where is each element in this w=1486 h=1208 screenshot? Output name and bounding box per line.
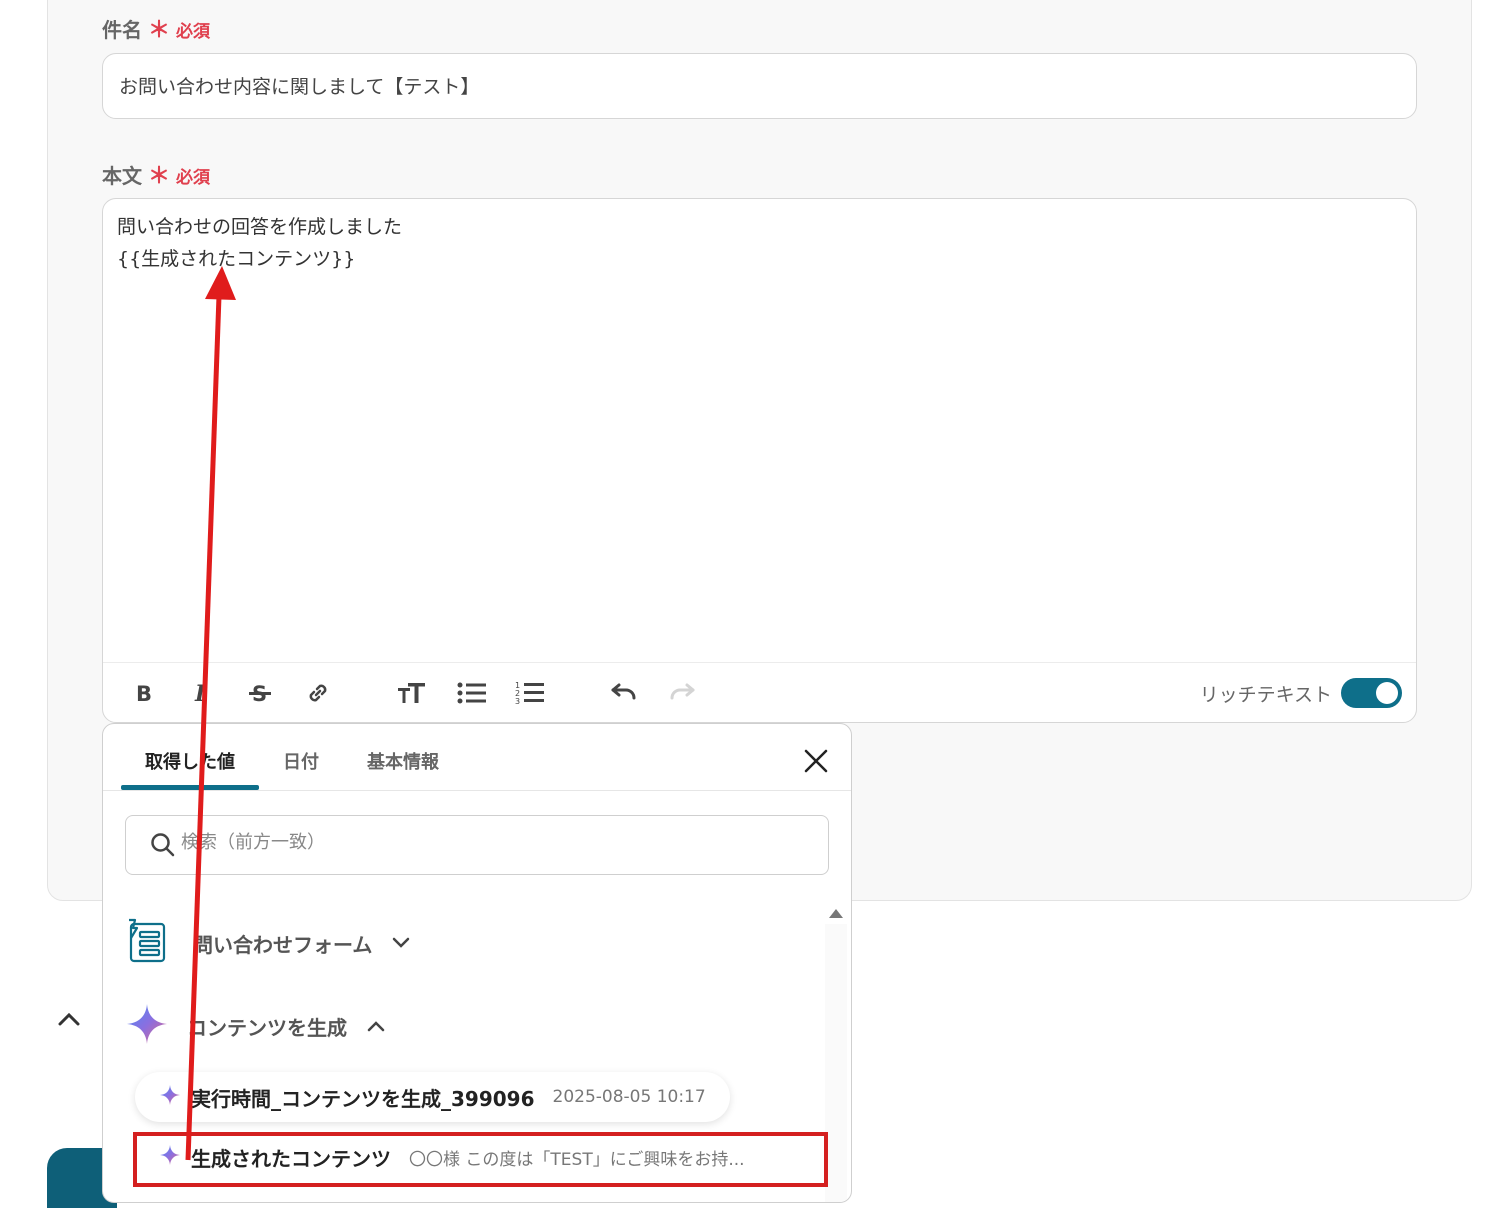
group-title: コンテンツを生成 [187,1015,347,1040]
svg-text:I: I [194,682,206,704]
body-editor[interactable]: 問い合わせの回答を作成しました {{生成されたコンテンツ}} B I S 123 [102,198,1417,723]
annotation-highlight-box [133,1132,828,1187]
tab-acquired-values[interactable]: 取得した値 [145,748,235,774]
redo-icon[interactable] [665,677,699,709]
bold-icon[interactable]: B [127,677,161,709]
variable-picker-panel: 取得した値 日付 基本情報 問い合わせフォーム コンテンツを生成 [102,723,852,1203]
subject-input[interactable]: お問い合わせ内容に関しまして【テスト】 [102,53,1417,119]
subject-label: 件名 ＊ 必須 [102,12,210,44]
editor-toolbar: B I S 123 リッチテキスト [103,662,1416,722]
svg-text:B: B [136,682,152,704]
scrollbar-track[interactable] [825,924,847,1202]
sparkle-icon [125,1002,169,1050]
link-icon[interactable] [301,677,335,709]
rich-text-label: リッチテキスト [1199,684,1332,706]
text-size-icon[interactable] [395,677,429,709]
variable-name: 実行時間_コンテンツを生成_399096 [191,1086,535,1111]
scroll-up-arrow-icon[interactable] [828,904,844,923]
sparkle-icon [159,1084,181,1110]
numbered-list-icon[interactable]: 123 [513,677,547,709]
required-badge: 必須 [176,168,211,188]
rich-text-toggle[interactable] [1341,678,1402,708]
strikethrough-icon[interactable]: S [243,677,277,709]
body-variable: {{生成されたコンテンツ}} [117,248,356,270]
undo-icon[interactable] [607,677,641,709]
required-badge: 必須 [176,22,211,42]
search-field[interactable] [125,815,829,875]
group-generate-content[interactable]: コンテンツを生成 [125,1002,385,1050]
toggle-knob [1376,682,1398,704]
tab-date[interactable]: 日付 [283,748,319,774]
picker-tabs: 取得した値 日付 基本情報 [103,724,851,791]
required-star: ＊ [148,18,171,43]
variable-item[interactable]: 実行時間_コンテンツを生成_399096 2025-08-05 10:17 [135,1072,730,1122]
form-icon [125,918,167,968]
subject-label-text: 件名 [102,18,142,42]
bullet-list-icon[interactable] [455,677,489,709]
body-label: 本文 ＊ 必須 [102,158,210,190]
variable-value: 2025-08-05 10:17 [552,1087,706,1107]
body-label-text: 本文 [102,164,142,188]
body-text[interactable]: 問い合わせの回答を作成しました {{生成されたコンテンツ}} [117,211,402,275]
search-icon [150,832,176,862]
group-title: 問い合わせフォーム [193,932,373,957]
collapse-chevron-icon[interactable] [56,1008,82,1034]
italic-icon[interactable]: I [185,677,219,709]
tab-basic-info[interactable]: 基本情報 [367,748,439,774]
svg-text:3: 3 [515,697,520,706]
active-tab-indicator [121,785,259,790]
required-star: ＊ [148,164,171,189]
chevron-down-icon[interactable] [392,934,410,953]
search-input[interactable] [181,832,801,853]
body-line: 問い合わせの回答を作成しました [117,216,403,238]
close-icon[interactable] [803,748,829,774]
chevron-up-icon[interactable] [367,1017,385,1036]
group-inquiry-form[interactable]: 問い合わせフォーム [125,918,410,968]
